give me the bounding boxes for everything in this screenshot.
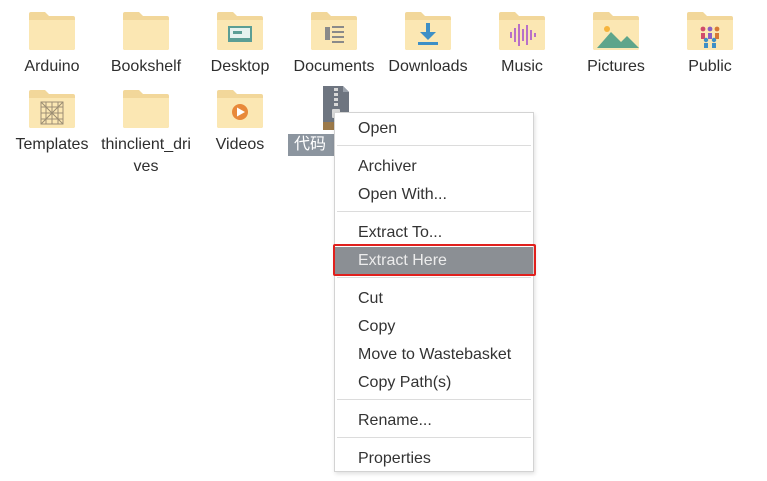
menu-item-extract-here[interactable]: Extract Here (335, 247, 533, 275)
file-item-templates[interactable]: Templates (5, 84, 99, 180)
file-item-thinclient-drives[interactable]: thinclient_drives (99, 84, 193, 180)
menu-item-move-to-wastebasket[interactable]: Move to Wastebasket (335, 341, 533, 369)
file-item-documents[interactable]: Documents (287, 6, 381, 80)
file-label: Downloads (388, 58, 468, 75)
menu-item-open[interactable]: Open (335, 115, 533, 143)
menu-separator (337, 277, 531, 278)
folder-icon (121, 10, 171, 52)
menu-item-rename[interactable]: Rename... (335, 407, 533, 435)
file-label: Videos (215, 136, 265, 153)
menu-separator (337, 437, 531, 438)
menu-item-extract-to[interactable]: Extract To... (335, 219, 533, 247)
file-label: Arduino (24, 58, 80, 75)
menu-separator (337, 145, 531, 146)
desktop: Arduino Bookshelf Desktop Documents Down… (0, 0, 767, 481)
file-label: Documents (293, 58, 375, 75)
menu-item-archiver[interactable]: Archiver (335, 153, 533, 181)
file-label: Public (688, 58, 732, 75)
menu-item-properties[interactable]: Properties (335, 445, 533, 473)
menu-item-cut[interactable]: Cut (335, 285, 533, 313)
desktop-folder-icon (215, 10, 265, 52)
file-item-music[interactable]: Music (475, 6, 569, 80)
file-item-public[interactable]: Public (663, 6, 757, 80)
file-item-arduino[interactable]: Arduino (5, 6, 99, 80)
folder-icon (27, 10, 77, 52)
file-label: 代码 (288, 134, 334, 156)
menu-separator (337, 399, 531, 400)
file-item-pictures[interactable]: Pictures (569, 6, 663, 80)
file-label: thinclient_drives (101, 136, 191, 175)
file-label: Pictures (587, 58, 645, 75)
downloads-folder-icon (403, 10, 453, 52)
menu-separator (337, 211, 531, 212)
file-item-desktop[interactable]: Desktop (193, 6, 287, 80)
file-item-bookshelf[interactable]: Bookshelf (99, 6, 193, 80)
file-label: Bookshelf (110, 58, 182, 75)
music-folder-icon (497, 10, 547, 52)
menu-item-copy-paths[interactable]: Copy Path(s) (335, 369, 533, 397)
folder-icon (121, 88, 171, 130)
menu-item-copy[interactable]: Copy (335, 313, 533, 341)
file-label: Music (501, 58, 543, 75)
context-menu: Open Archiver Open With... Extract To...… (334, 112, 534, 472)
videos-folder-icon (215, 88, 265, 130)
documents-folder-icon (309, 10, 359, 52)
file-label: Desktop (210, 58, 270, 75)
file-item-videos[interactable]: Videos (193, 84, 287, 158)
templates-folder-icon (27, 88, 77, 130)
menu-item-open-with[interactable]: Open With... (335, 181, 533, 209)
public-folder-icon (685, 10, 735, 52)
file-label: Templates (15, 136, 89, 153)
pictures-folder-icon (591, 10, 641, 52)
file-item-downloads[interactable]: Downloads (381, 6, 475, 80)
